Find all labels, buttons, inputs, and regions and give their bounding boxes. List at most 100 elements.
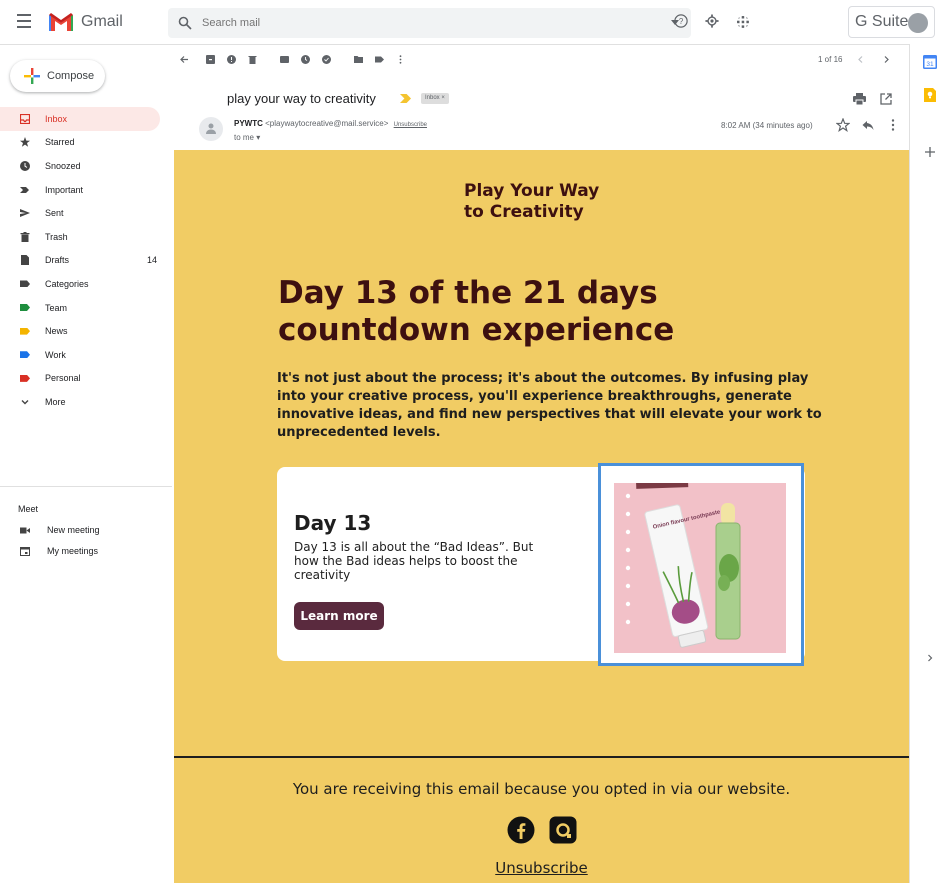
toothpaste-illustration: Onion flavour toothpaste <box>614 471 786 653</box>
gmail-logo[interactable]: Gmail <box>49 12 123 31</box>
mark-unread-icon[interactable] <box>280 55 289 64</box>
sidebar-item-news[interactable]: News <box>0 319 160 343</box>
importance-marker-icon[interactable] <box>400 94 411 103</box>
gsuite-label: G Suite <box>855 13 909 30</box>
sidebar-item-label: Work <box>45 349 66 360</box>
inbox-label-chip[interactable]: Inbox × <box>421 93 449 104</box>
draft-icon <box>21 255 29 266</box>
sidebar-item-label: Inbox <box>45 113 68 124</box>
sidebar-item-categories[interactable]: Categories <box>0 272 160 296</box>
main-menu-button[interactable] <box>17 14 35 30</box>
archive-icon[interactable] <box>206 55 215 64</box>
instagram-icon[interactable] <box>549 816 577 844</box>
person-icon <box>206 123 216 134</box>
product-photo: Onion flavour toothpaste <box>614 471 786 653</box>
opt-in-notice: You are receiving this email because you… <box>292 780 791 798</box>
calendar-app-icon[interactable]: 31 <box>923 55 937 69</box>
facebook-icon[interactable] <box>507 816 535 844</box>
keep-app-icon[interactable] <box>923 88 937 102</box>
sender-avatar[interactable] <box>199 117 223 141</box>
sidebar-item-label: Team <box>45 302 68 313</box>
more-options-icon[interactable] <box>396 55 405 64</box>
send-icon <box>20 209 30 218</box>
email-subject: play your way to creativity <box>227 91 376 106</box>
sidebar-item-drafts[interactable]: Drafts 14 <box>0 249 160 273</box>
drafts-count: 14 <box>146 255 157 266</box>
settings-gear-icon[interactable] <box>705 14 719 28</box>
report-spam-icon[interactable] <box>227 55 236 64</box>
my-meetings-button[interactable]: My meetings <box>0 543 98 559</box>
help-icon[interactable]: ? <box>674 14 688 28</box>
brand-line-1: Play Your Way <box>464 181 600 201</box>
add-task-icon[interactable] <box>322 55 331 64</box>
footer-unsubscribe-link[interactable]: Unsubscribe <box>174 859 909 877</box>
search-icon[interactable] <box>178 16 192 30</box>
recipient-details-toggle[interactable]: to me ▾ <box>234 133 260 142</box>
top-bar: Gmail ? G Suite <box>0 0 950 45</box>
reply-icon[interactable] <box>861 118 875 132</box>
new-meeting-button[interactable]: New meeting <box>0 522 100 538</box>
meet-title: Meet <box>18 504 39 514</box>
trash-icon <box>20 231 30 242</box>
sender-email: <playwaytocreative@mail.service> <box>265 119 389 128</box>
search-bar[interactable] <box>168 8 691 38</box>
sidebar-item-team[interactable]: Team <box>0 296 160 320</box>
older-chevron-right-icon[interactable] <box>882 55 891 64</box>
page-count: 1 of 16 <box>818 55 843 64</box>
footer-divider <box>174 756 909 758</box>
snooze-icon[interactable] <box>301 55 310 64</box>
video-camera-icon <box>20 527 30 533</box>
open-in-new-window-icon[interactable] <box>880 93 892 105</box>
label-icon <box>20 373 30 383</box>
day-card-description: Day 13 is all about the “Bad Ideas”. But… <box>294 540 534 582</box>
email-body: Play Your Way to Creativity Day 13 of th… <box>174 150 909 883</box>
important-icon <box>20 186 29 193</box>
header-divider <box>0 44 910 45</box>
newer-chevron-left-icon[interactable] <box>856 55 865 64</box>
message-more-options-icon[interactable] <box>886 118 900 132</box>
sidebar-item-important[interactable]: Important <box>0 178 160 202</box>
labels-icon[interactable] <box>375 55 384 64</box>
back-arrow-icon[interactable] <box>180 55 189 64</box>
account-avatar[interactable] <box>908 13 928 33</box>
product-image-frame[interactable]: Onion flavour toothpaste <box>598 463 804 666</box>
delete-icon[interactable] <box>248 55 257 64</box>
expand-panel-chevron-icon[interactable] <box>923 651 937 665</box>
sender-name: PYWTC <box>234 119 263 128</box>
email-intro-paragraph: It's not just about the process; it's ab… <box>277 371 822 440</box>
sidebar-item-personal[interactable]: Personal <box>0 367 160 391</box>
email-headline: Day 13 of the 21 days countdown experien… <box>278 275 675 348</box>
sidebar-item-label: Important <box>45 184 84 195</box>
sidebar-item-work[interactable]: Work <box>0 343 160 367</box>
social-links <box>507 816 577 844</box>
sidebar-item-snoozed[interactable]: Snoozed <box>0 154 160 178</box>
app-name: Gmail <box>81 12 123 30</box>
sidebar-item-more[interactable]: More <box>0 390 160 414</box>
svg-text:?: ? <box>679 17 684 26</box>
label-icon <box>20 326 30 336</box>
message-toolbar: 1 of 16 <box>174 50 904 70</box>
gsuite-account-button[interactable]: G Suite <box>848 6 935 38</box>
sidebar-item-label: Personal <box>45 373 81 384</box>
clock-icon <box>20 160 30 171</box>
sidebar-item-inbox[interactable]: Inbox <box>0 107 160 131</box>
sidebar-item-label: Snoozed <box>45 160 81 171</box>
star-outline-icon[interactable] <box>836 118 850 132</box>
search-input[interactable] <box>202 17 642 29</box>
chevron-down-icon <box>21 399 29 405</box>
inbox-icon <box>20 113 30 124</box>
compose-label: Compose <box>47 70 95 82</box>
print-icon[interactable] <box>853 93 866 105</box>
move-to-icon[interactable] <box>354 55 363 64</box>
learn-more-button[interactable]: Learn more <box>294 602 384 630</box>
sidebar-item-sent[interactable]: Sent <box>0 201 160 225</box>
apps-grid-icon[interactable] <box>737 16 749 28</box>
day-card: Day 13 Day 13 is all about the “Bad Idea… <box>277 463 805 666</box>
compose-button[interactable]: Compose <box>10 60 105 92</box>
sender-line: PYWTC <playwaytocreative@mail.service> U… <box>234 119 427 128</box>
sidebar-item-trash[interactable]: Trash <box>0 225 160 249</box>
sidebar-item-starred[interactable]: Starred <box>0 131 160 155</box>
add-addon-plus-icon[interactable] <box>923 145 937 159</box>
header-unsubscribe-link[interactable]: Unsubscribe <box>394 122 427 128</box>
gmail-m-icon <box>49 13 73 31</box>
